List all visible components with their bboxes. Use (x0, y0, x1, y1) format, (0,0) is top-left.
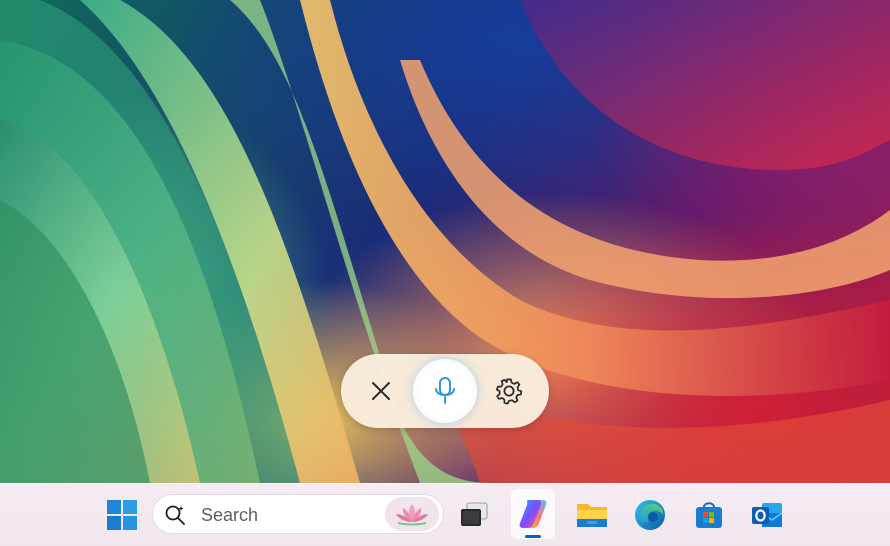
outlook-button[interactable] (745, 493, 789, 537)
copilot-icon (519, 500, 547, 528)
search-placeholder: Search (201, 505, 259, 525)
microsoft-store-button[interactable] (687, 493, 731, 537)
file-explorer-button[interactable] (570, 493, 614, 537)
microphone-icon (435, 377, 455, 404)
lotus-icon (396, 504, 428, 526)
outlook-icon (752, 503, 783, 527)
microphone-button[interactable] (413, 359, 477, 423)
task-view-button[interactable] (452, 493, 496, 537)
search-icon (165, 505, 185, 525)
search-highlight-button[interactable] (385, 497, 439, 531)
edge-icon (635, 500, 665, 530)
store-icon (696, 502, 722, 528)
active-app-indicator (525, 535, 541, 538)
close-icon (372, 382, 390, 400)
task-view-icon (461, 502, 488, 526)
folder-icon (577, 504, 607, 527)
settings-button[interactable] (488, 370, 530, 412)
windows-logo-icon (107, 500, 137, 530)
copilot-button[interactable] (511, 489, 555, 539)
edge-button[interactable] (628, 493, 672, 537)
start-button[interactable] (100, 493, 144, 537)
voice-access-bar (341, 354, 549, 428)
gear-icon (495, 378, 523, 405)
close-button[interactable] (360, 370, 402, 412)
